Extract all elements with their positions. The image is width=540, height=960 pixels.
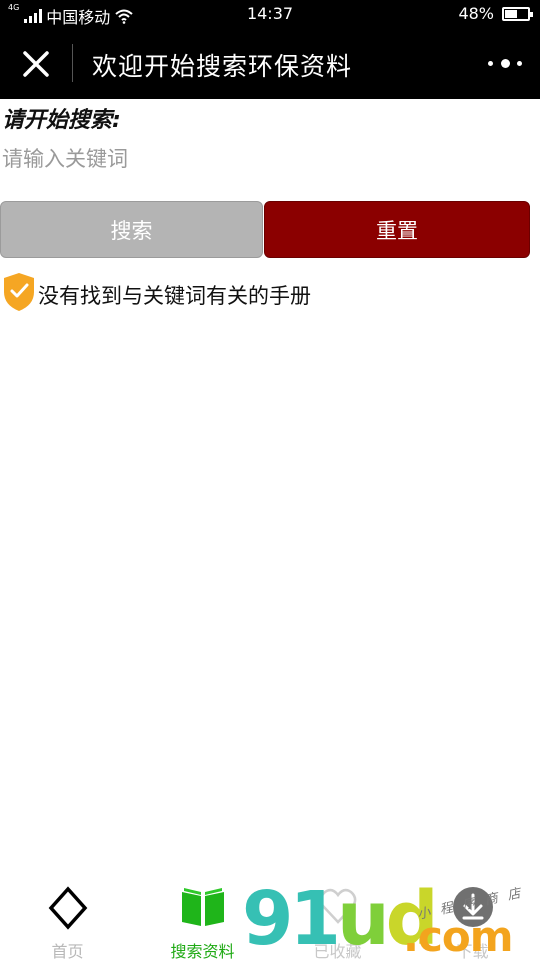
result-message-row: 没有找到与关键词有关的手册 — [2, 272, 311, 312]
more-icon-right — [517, 60, 522, 66]
page-title: 欢迎开始搜索环保资料 — [92, 52, 353, 81]
nav-divider — [72, 44, 73, 82]
tab-bar: 首页 搜索资料 已收藏 下载 — [0, 876, 540, 960]
tab-favorites-label: 已收藏 — [313, 942, 362, 960]
no-result-message: 没有找到与关键词有关的手册 — [38, 284, 311, 308]
shield-check-icon — [4, 273, 34, 311]
search-input[interactable] — [0, 140, 540, 178]
search-button[interactable]: 搜索 — [0, 201, 263, 258]
tab-search[interactable]: 搜索资料 — [135, 882, 270, 960]
status-bar: 4G 中国移动 14:37 48% — [0, 0, 540, 28]
tab-home-label: 首页 — [51, 942, 84, 960]
diamond-icon — [48, 886, 87, 930]
tab-favorites[interactable]: 已收藏 — [270, 882, 405, 960]
heart-icon — [319, 888, 356, 924]
more-button[interactable] — [488, 52, 522, 74]
tab-home[interactable]: 首页 — [0, 882, 135, 960]
tab-search-label: 搜索资料 — [170, 942, 235, 960]
close-button[interactable] — [18, 46, 54, 82]
more-icon-center — [500, 58, 510, 68]
battery-percent: 48% — [458, 4, 494, 23]
more-icon — [488, 60, 493, 66]
download-icon — [452, 887, 493, 927]
status-right: 48% — [458, 4, 533, 23]
search-heading: 请开始搜索: — [2, 108, 121, 133]
battery-icon — [502, 6, 533, 21]
close-icon — [23, 51, 49, 77]
tab-download-label: 下载 — [456, 942, 489, 960]
nav-bar: 欢迎开始搜索环保资料 — [0, 28, 540, 99]
reset-button[interactable]: 重置 — [264, 201, 530, 258]
tab-download[interactable]: 下载 — [405, 882, 540, 960]
open-book-icon — [181, 888, 224, 926]
